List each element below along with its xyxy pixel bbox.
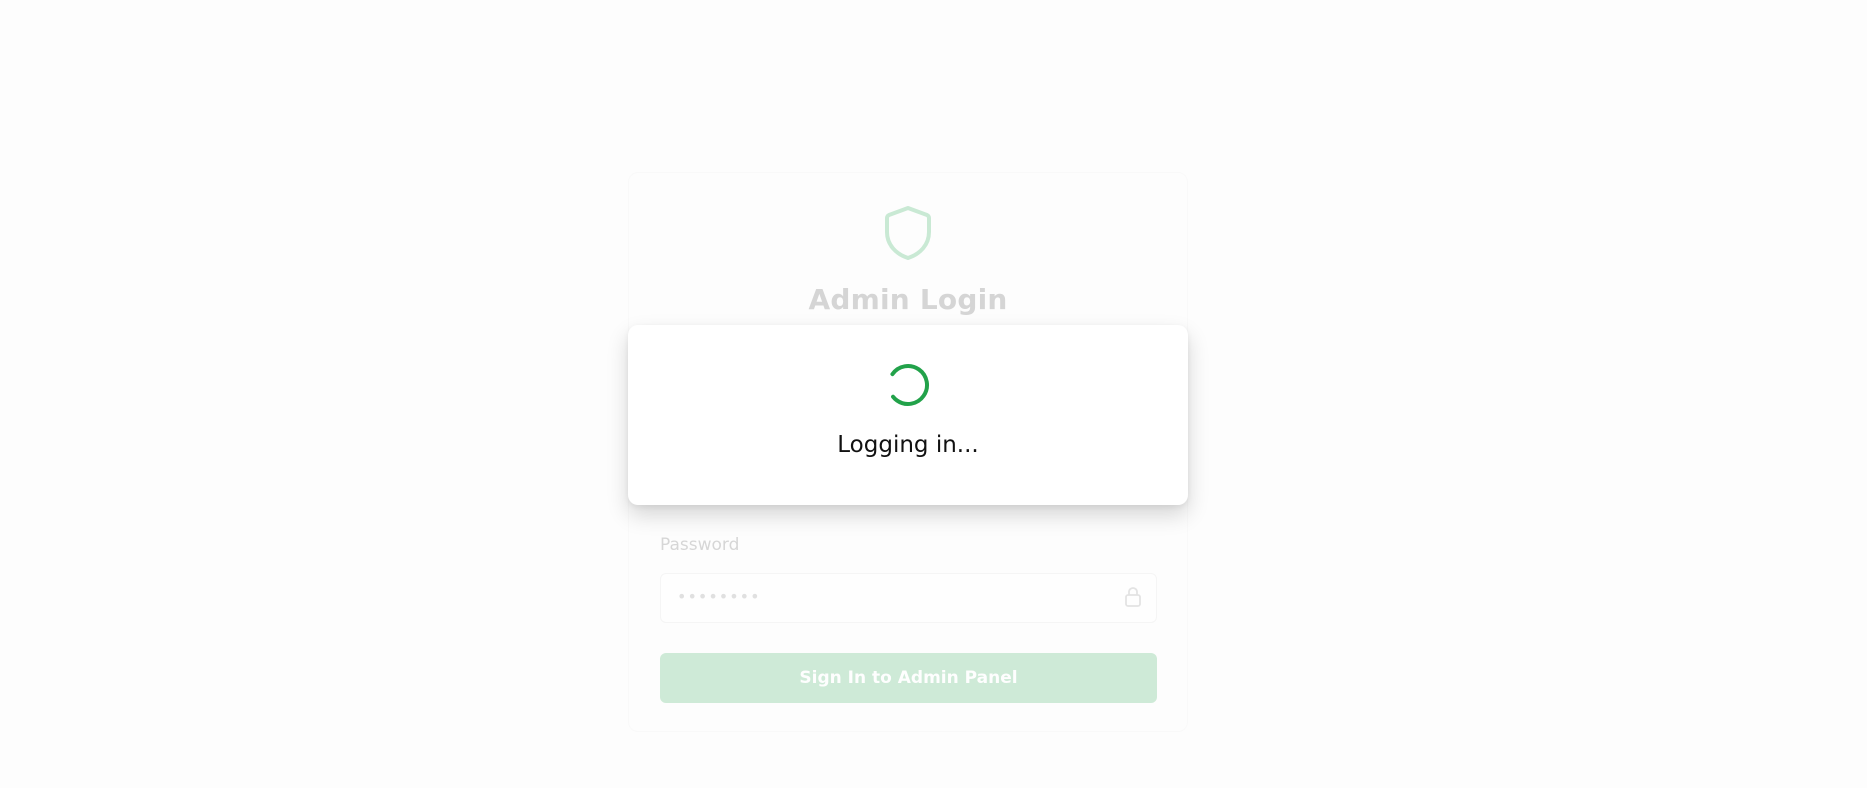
page-title: Admin Login (808, 283, 1008, 316)
spinner-icon (887, 364, 929, 406)
password-field[interactable]: •••••••• (660, 573, 1157, 623)
lock-icon (1125, 587, 1141, 607)
shield-icon (885, 206, 931, 260)
login-page: Admin Login Password •••••••• Sign In to… (0, 0, 1867, 788)
password-label: Password (660, 535, 740, 555)
sign-in-button[interactable]: Sign In to Admin Panel (660, 653, 1157, 703)
password-value: •••••••• (677, 587, 761, 606)
loading-message: Logging in... (837, 432, 979, 458)
loading-overlay: Logging in... (628, 325, 1188, 505)
